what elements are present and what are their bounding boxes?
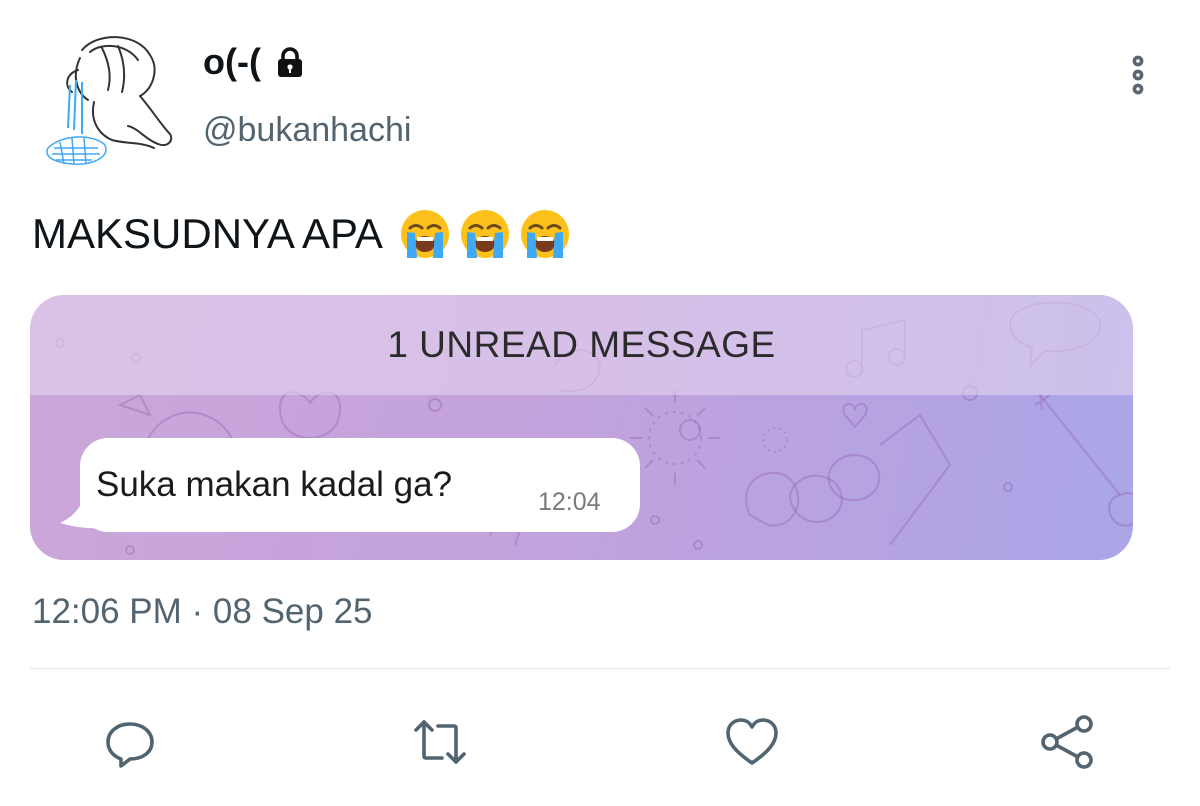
tweet-text: MAKSUDNYA APA [32,206,573,262]
more-vertical-icon[interactable] [1124,54,1152,96]
retweet-icon [414,720,466,764]
avatar[interactable] [42,30,182,178]
message-text: Suka makan kadal ga? [96,465,453,504]
lock-icon [277,47,302,77]
reply-button[interactable] [100,712,160,772]
retweet-button[interactable] [410,712,470,772]
reply-icon [106,722,154,768]
unread-label: 1 UNREAD MESSAGE [387,324,776,365]
display-name[interactable]: o(-( [203,40,307,84]
tweet-timestamp[interactable]: 12:06 PM · 08 Sep 25 [32,592,373,632]
message-time: 12:04 [538,488,601,516]
emoji-group [397,206,573,262]
like-button[interactable] [722,712,782,772]
user-handle[interactable]: @bukanhachi [203,108,411,152]
divider [30,668,1170,669]
loudly-crying-face-icon [520,210,569,258]
heart-icon [726,718,778,765]
display-name-text: o(-( [203,41,261,82]
tweet-text-body: MAKSUDNYA APA [32,210,383,257]
unread-banner: 1 UNREAD MESSAGE [30,295,1133,395]
media-image[interactable]: 1 UNREAD MESSAGE Suka makan kadal ga? 12… [30,295,1133,560]
loudly-crying-face-icon [400,210,449,258]
share-button[interactable] [1038,712,1098,772]
loudly-crying-face-icon [460,210,509,258]
share-icon [1041,715,1093,769]
